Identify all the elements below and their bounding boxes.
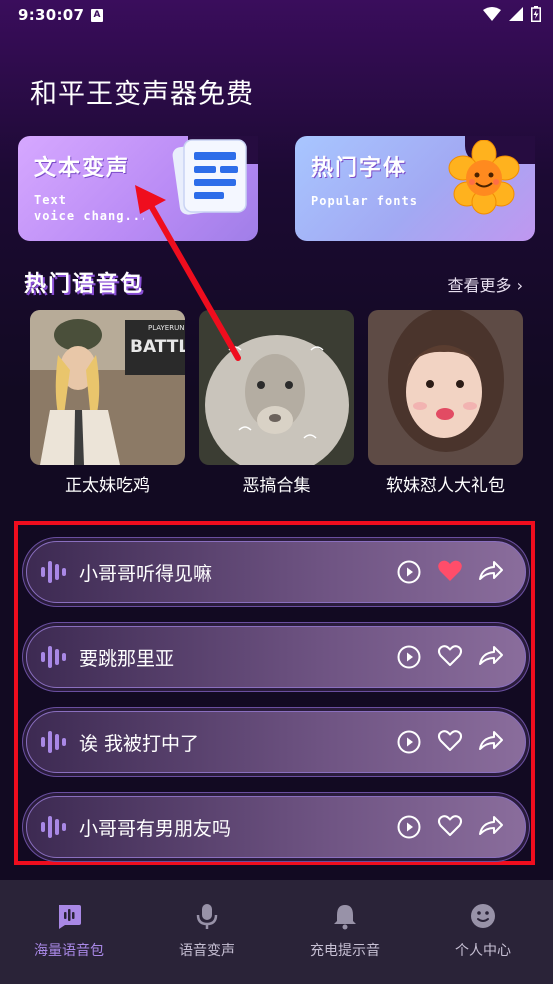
nav-label: 个人中心 (455, 943, 511, 959)
sound-name: 小哥哥有男朋友吗 (79, 818, 232, 840)
nav-label: 充电提示音 (310, 943, 380, 959)
battery-icon (531, 6, 541, 22)
voice-pack-card[interactable]: BATTLEG PLAYERUN 正太妹吃鸡 (30, 310, 185, 500)
see-more-link[interactable]: 查看更多 › (448, 272, 524, 296)
voice-pack-card[interactable]: 恶搞合集 (199, 310, 354, 500)
nav-label: 语音变声 (179, 943, 235, 959)
text-voice-change-card[interactable]: 文本变声 Text voice chang... (18, 136, 258, 241)
signal-icon (509, 7, 523, 21)
bottom-nav: 海量语音包 语音变声 充电提示音 个人中心 (0, 880, 553, 984)
document-icon (172, 139, 247, 215)
play-icon[interactable] (397, 645, 421, 669)
nav-voice-packs[interactable]: 海量语音包 (0, 880, 138, 984)
sound-wave-icon (41, 646, 66, 668)
wifi-icon (483, 7, 501, 21)
card-title: 文本变声 (34, 156, 131, 181)
sound-row[interactable]: 小哥哥有男朋友吗 (26, 796, 526, 858)
voice-pack-label: 正太妹吃鸡 (65, 476, 150, 496)
sound-row[interactable]: 小哥哥听得见嘛 (26, 541, 526, 603)
heart-outline-icon[interactable] (437, 729, 463, 753)
play-icon[interactable] (397, 560, 421, 584)
card-subtitle: Text voice chang... (34, 192, 144, 224)
nav-profile[interactable]: 个人中心 (414, 880, 552, 984)
sheep-image (199, 310, 354, 465)
microphone-icon (196, 904, 218, 929)
sound-name: 小哥哥听得见嘛 (79, 563, 213, 585)
share-icon[interactable] (478, 729, 504, 753)
voice-pack-card[interactable]: 软妹怼人大礼包 (368, 310, 523, 500)
nav-label: 海量语音包 (34, 943, 104, 959)
svg-text:BATTLEG: BATTLEG (130, 337, 185, 357)
game-character-image: BATTLEG PLAYERUN (30, 310, 185, 465)
sound-row[interactable]: 要跳那里亚 (26, 626, 526, 688)
smiley-icon (471, 904, 495, 928)
girl-portrait-image (368, 310, 523, 465)
sound-wave-icon (41, 561, 66, 583)
sound-wave-icon (41, 816, 66, 838)
play-icon[interactable] (397, 815, 421, 839)
bell-icon (334, 905, 356, 930)
sound-list: 小哥哥听得见嘛 要跳那里亚 诶 我被打中了 小哥哥有男朋友吗 (14, 521, 535, 865)
svg-text:PLAYERUN: PLAYERUN (148, 324, 184, 332)
card-subtitle: Popular fonts (311, 194, 418, 208)
notification-icon: A (91, 9, 103, 22)
heart-filled-icon[interactable] (437, 559, 463, 583)
sound-wave-icon (41, 731, 66, 753)
nav-charging-tone[interactable]: 充电提示音 (276, 880, 414, 984)
status-time: 9:30:07 (18, 6, 85, 24)
voice-pack-icon (59, 905, 81, 929)
card-subtitle-line2: voice chang... (34, 209, 144, 223)
share-icon[interactable] (478, 559, 504, 583)
sound-name: 要跳那里亚 (79, 648, 175, 670)
sound-row[interactable]: 诶 我被打中了 (26, 711, 526, 773)
card-subtitle-line1: Text (34, 193, 67, 207)
page-title: 和平王变声器免费 (30, 79, 254, 110)
voice-pack-label: 软妹怼人大礼包 (386, 476, 505, 496)
play-icon[interactable] (397, 730, 421, 754)
popular-fonts-card[interactable]: 热门字体 Popular fonts (295, 136, 535, 241)
status-icons (483, 6, 541, 22)
card-title: 热门字体 (311, 156, 408, 181)
section-title: 热门语音包 (24, 272, 145, 297)
share-icon[interactable] (478, 644, 504, 668)
heart-outline-icon[interactable] (437, 814, 463, 838)
sound-name: 诶 我被打中了 (79, 733, 200, 755)
sunflower-icon (448, 140, 520, 215)
nav-voice-change[interactable]: 语音变声 (138, 880, 276, 984)
heart-outline-icon[interactable] (437, 644, 463, 668)
status-bar: 9:30:07 A (0, 0, 553, 32)
voice-pack-label: 恶搞合集 (242, 476, 311, 496)
share-icon[interactable] (478, 814, 504, 838)
